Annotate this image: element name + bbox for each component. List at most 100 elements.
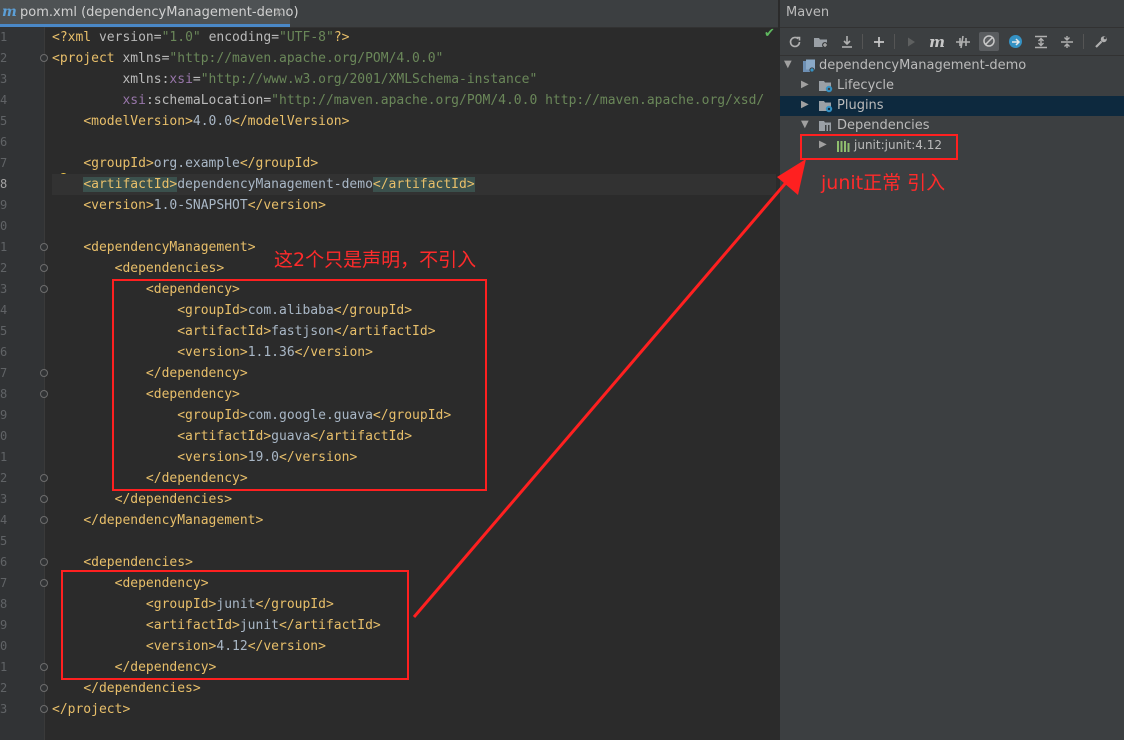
code-line: <project xmlns="http://maven.apache.org/… bbox=[52, 51, 444, 66]
tab-pom-xml[interactable]: m pom.xml (dependencyManagement-demo) × bbox=[0, 0, 299, 27]
tree-item-plugins[interactable]: ▶ Plugins bbox=[780, 96, 1124, 116]
line-number: 8 bbox=[0, 597, 8, 611]
fold-marker[interactable] bbox=[40, 369, 48, 377]
expanded-arrow-icon[interactable]: ▼ bbox=[801, 119, 809, 130]
fold-marker[interactable] bbox=[40, 558, 48, 566]
line-number: 8 bbox=[0, 387, 8, 401]
line-number: 9 bbox=[0, 618, 8, 632]
code-line: xsi:schemaLocation="http://maven.apache.… bbox=[122, 93, 765, 108]
line-number: 7 bbox=[0, 576, 8, 590]
close-icon[interactable]: × bbox=[273, 5, 284, 20]
tree-label-project: dependencyManagement-demo bbox=[819, 58, 1027, 73]
line-number: 9 bbox=[0, 408, 8, 422]
run-icon[interactable] bbox=[901, 32, 921, 51]
code-line: </dependencies> bbox=[83, 681, 201, 696]
code-line: </dependencyManagement> bbox=[83, 513, 264, 528]
maven-goal-icon[interactable]: m bbox=[927, 32, 947, 51]
line-number: 4 bbox=[0, 513, 8, 527]
expand-all-icon[interactable] bbox=[1031, 32, 1051, 51]
line-number: 5 bbox=[0, 534, 8, 548]
code-line: <version>1.0-SNAPSHOT</version> bbox=[83, 198, 326, 213]
maven-panel: Maven m ▼ dependencyManagement-demo ▶ Li… bbox=[779, 0, 1124, 740]
skip-tests-icon[interactable] bbox=[979, 32, 999, 51]
line-number: 2 bbox=[0, 51, 8, 65]
fold-marker[interactable] bbox=[40, 684, 48, 692]
add-folder-icon[interactable] bbox=[811, 32, 831, 51]
line-number: 4 bbox=[0, 303, 8, 317]
line-number: 9 bbox=[0, 198, 8, 212]
fold-marker[interactable] bbox=[40, 390, 48, 398]
maven-toolbar: m bbox=[780, 27, 1124, 56]
line-number: 6 bbox=[0, 135, 8, 149]
line-number: 1 bbox=[0, 450, 8, 464]
code-line: <dependencyManagement> bbox=[83, 240, 256, 255]
fold-marker[interactable] bbox=[40, 243, 48, 251]
code-line: </project> bbox=[52, 702, 131, 717]
tree-label-lifecycle: Lifecycle bbox=[837, 78, 895, 93]
line-number: 1 bbox=[0, 240, 8, 254]
expanded-arrow-icon[interactable]: ▼ bbox=[784, 59, 792, 70]
code-line: <?xml version="1.0" encoding="UTF-8"?> bbox=[52, 30, 350, 45]
fold-marker[interactable] bbox=[40, 474, 48, 482]
line-number-current: 8 bbox=[0, 177, 8, 191]
line-number: 3 bbox=[0, 702, 8, 716]
folder-plugin-icon bbox=[819, 101, 833, 113]
fold-marker[interactable] bbox=[40, 54, 48, 62]
ide-window: m pom.xml (dependencyManagement-demo) × … bbox=[0, 0, 1124, 740]
code-line: <groupId>org.example</groupId> bbox=[83, 156, 319, 171]
fold-marker[interactable] bbox=[40, 516, 48, 524]
collapse-all-icon[interactable] bbox=[1057, 32, 1077, 51]
tree-label-plugins: Plugins bbox=[837, 98, 884, 113]
download-icon[interactable] bbox=[837, 32, 857, 51]
line-number: 2 bbox=[0, 261, 8, 275]
editor-tab-bar: m pom.xml (dependencyManagement-demo) × bbox=[0, 0, 778, 28]
settings-wrench-icon[interactable] bbox=[1091, 32, 1111, 51]
reload-icon[interactable] bbox=[785, 32, 805, 51]
tree-item-project[interactable]: ▼ dependencyManagement-demo bbox=[780, 56, 1124, 76]
fold-marker[interactable] bbox=[40, 579, 48, 587]
show-dependencies-icon[interactable] bbox=[1005, 32, 1025, 51]
tab-title: pom.xml (dependencyManagement-demo) bbox=[20, 4, 299, 20]
tree-item-dependencies[interactable]: ▼ Dependencies bbox=[780, 116, 1124, 136]
code-line-current: <artifactId>dependencyManagement-demo</a… bbox=[52, 174, 776, 195]
collapsed-arrow-icon[interactable]: ▶ bbox=[801, 99, 809, 110]
line-number: 0 bbox=[0, 429, 8, 443]
maven-project-icon bbox=[803, 59, 815, 73]
line-number: 1 bbox=[0, 660, 8, 674]
maven-file-icon: m bbox=[2, 4, 17, 20]
line-number: 7 bbox=[0, 366, 8, 380]
declaration-note: 这2个只是声明，不引入 bbox=[274, 249, 477, 271]
line-number: 5 bbox=[0, 114, 8, 128]
tree-item-lifecycle[interactable]: ▶ Lifecycle bbox=[780, 76, 1124, 96]
line-number: 0 bbox=[0, 639, 8, 653]
tree-label-dependencies: Dependencies bbox=[837, 118, 930, 133]
line-number: 3 bbox=[0, 492, 8, 506]
fold-marker[interactable] bbox=[40, 705, 48, 713]
fold-marker[interactable] bbox=[40, 663, 48, 671]
folder-gear-icon bbox=[819, 81, 833, 93]
code-line: <dependencies> bbox=[114, 261, 225, 276]
junit-dependency-highlight bbox=[61, 570, 409, 680]
junit-note: junit正常 引入 bbox=[821, 172, 946, 194]
collapsed-arrow-icon[interactable]: ▶ bbox=[801, 79, 809, 90]
fold-marker[interactable] bbox=[40, 285, 48, 293]
line-number: 7 bbox=[0, 156, 8, 170]
fold-marker[interactable] bbox=[40, 495, 48, 503]
line-number: 0 bbox=[0, 219, 8, 233]
fold-marker[interactable] bbox=[40, 264, 48, 272]
junit-tree-highlight bbox=[800, 134, 958, 160]
plus-icon[interactable] bbox=[869, 32, 889, 51]
line-number: 6 bbox=[0, 345, 8, 359]
line-number: 1 bbox=[0, 30, 8, 44]
dependencies-folder-icon bbox=[819, 121, 831, 131]
managed-dependencies-highlight bbox=[112, 279, 487, 491]
line-number: 5 bbox=[0, 324, 8, 338]
line-number: 6 bbox=[0, 555, 8, 569]
line-number: 3 bbox=[0, 282, 8, 296]
line-number: 4 bbox=[0, 93, 8, 107]
line-number: 2 bbox=[0, 471, 8, 485]
code-line: </dependencies> bbox=[114, 492, 233, 507]
toggle-offline-icon[interactable] bbox=[953, 32, 973, 51]
line-number: 3 bbox=[0, 72, 8, 86]
line-number: 2 bbox=[0, 681, 8, 695]
